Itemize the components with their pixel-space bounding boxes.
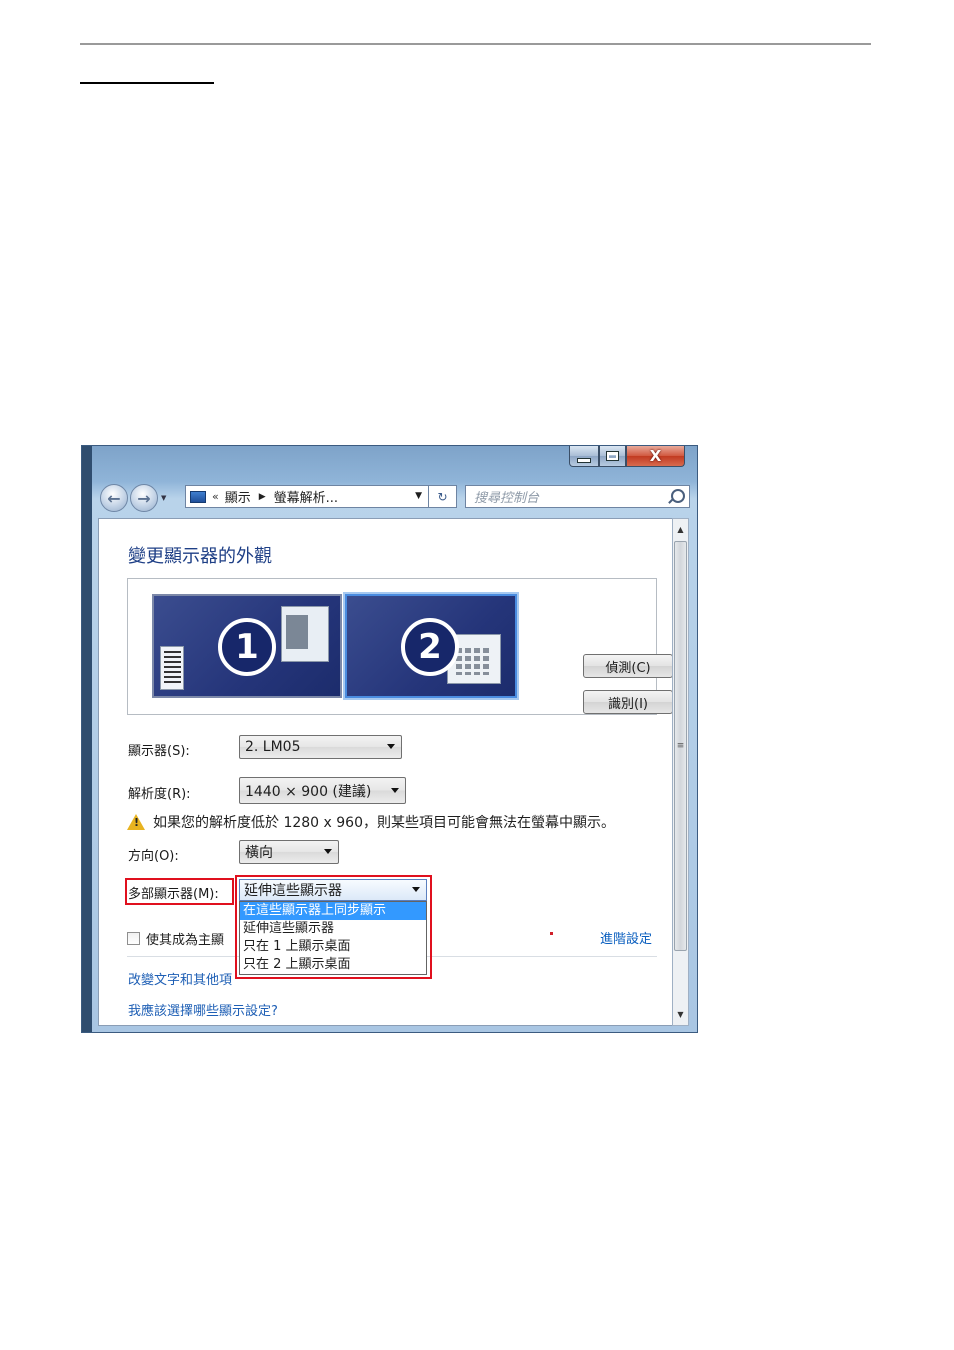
resolution-warning: 如果您的解析度低於 1280 x 960，則某些項目可能會無法在螢幕中顯示。: [127, 812, 615, 832]
primary-display-option[interactable]: 使其成為主顯: [127, 929, 224, 948]
close-button[interactable]: X: [626, 446, 685, 467]
chevron-down-icon: [387, 744, 395, 749]
monitor-preview: 1 2 偵測(C) 識別(I): [127, 578, 673, 715]
monitor-number-2: 2: [401, 618, 459, 676]
search-placeholder: 搜尋控制台: [474, 491, 540, 506]
monitor-2-thumbnail[interactable]: 2: [345, 594, 517, 698]
content-pane: 變更顯示器的外觀 1 2 偵測(C) 識別(I) 顯示器(S): 2. LM05…: [98, 518, 674, 1026]
forward-button[interactable]: →: [130, 484, 158, 512]
control-panel-icon: [190, 490, 206, 503]
breadcrumb-separator-icon[interactable]: ▶: [259, 492, 266, 502]
orientation-select[interactable]: 橫向: [239, 840, 339, 864]
maximize-icon: [606, 451, 619, 461]
orientation-label: 方向(O):: [128, 849, 179, 864]
identify-button[interactable]: 識別(I): [583, 690, 673, 714]
window-thumbnail-icon: [160, 646, 184, 690]
chevron-down-icon: [391, 788, 399, 793]
detect-button[interactable]: 偵測(C): [583, 654, 673, 678]
address-dropdown-icon[interactable]: ▼: [415, 491, 422, 501]
label-highlight-box: [125, 878, 234, 905]
top-rule: [80, 43, 871, 45]
resolution-select[interactable]: 1440 × 900 (建議): [239, 777, 406, 804]
minimize-icon: [577, 457, 591, 463]
navigation-bar: ← → ▼ « 顯示 ▶ 螢幕解析... ▼ ↻ 搜尋控制台: [100, 482, 690, 514]
close-icon: X: [649, 447, 662, 465]
forward-arrow-icon: →: [137, 488, 151, 508]
breadcrumb-display[interactable]: 顯示: [225, 487, 251, 506]
page-title: 變更顯示器的外觀: [128, 546, 272, 567]
refresh-button[interactable]: ↻: [429, 485, 457, 508]
dropdown-highlight-box: [235, 875, 432, 979]
scroll-down-icon[interactable]: ▼: [673, 1006, 688, 1023]
refresh-icon: ↻: [437, 489, 448, 504]
text-size-link[interactable]: 改變文字和其他項: [128, 969, 232, 988]
document-thumbnail-icon: [281, 606, 329, 662]
address-bar[interactable]: « 顯示 ▶ 螢幕解析... ▼: [185, 485, 429, 508]
primary-display-label: 使其成為主顯: [146, 933, 225, 948]
window-frame-left: [82, 446, 92, 1032]
search-icon[interactable]: [671, 489, 685, 503]
orientation-select-value: 橫向: [245, 845, 273, 861]
warning-text: 如果您的解析度低於 1280 x 960，則某些項目可能會無法在螢幕中顯示。: [153, 815, 615, 831]
advanced-settings-link[interactable]: 進階設定: [600, 928, 652, 947]
warning-icon: [127, 814, 145, 830]
underline-rule: [80, 82, 214, 84]
recent-pages-dropdown-icon[interactable]: ▼: [161, 494, 166, 502]
grip-icon: ≡: [676, 741, 685, 751]
primary-display-checkbox[interactable]: [127, 932, 140, 945]
caption-buttons: X: [569, 446, 691, 469]
scroll-up-icon[interactable]: ▲: [673, 521, 688, 538]
minimize-button[interactable]: [569, 446, 599, 467]
monitor-1-thumbnail[interactable]: 1: [152, 594, 342, 698]
display-settings-help-link[interactable]: 我應該選擇哪些顯示設定?: [128, 1000, 278, 1019]
display-label: 顯示器(S):: [128, 744, 190, 759]
back-arrow-icon: ←: [107, 488, 121, 508]
monitor-number-1: 1: [218, 618, 276, 676]
display-select[interactable]: 2. LM05: [239, 735, 402, 759]
display-select-value: 2. LM05: [245, 739, 301, 755]
resolution-label: 解析度(R):: [128, 787, 191, 802]
breadcrumb-screen-resolution[interactable]: 螢幕解析...: [274, 487, 338, 506]
search-input[interactable]: 搜尋控制台: [465, 485, 690, 508]
screen-resolution-window: X ← → ▼ « 顯示 ▶ 螢幕解析... ▼ ↻ 搜尋控制台 變更顯示器的外…: [81, 445, 698, 1033]
back-button[interactable]: ←: [100, 484, 128, 512]
scroll-thumb[interactable]: ≡: [674, 541, 687, 951]
chevron-down-icon: [324, 849, 332, 854]
maximize-button[interactable]: [599, 446, 626, 467]
vertical-scrollbar[interactable]: ▲ ≡ ▼: [672, 518, 689, 1026]
resolution-select-value: 1440 × 900 (建議): [245, 783, 372, 800]
marker-dot: [550, 932, 553, 935]
address-overflow[interactable]: «: [212, 490, 219, 503]
